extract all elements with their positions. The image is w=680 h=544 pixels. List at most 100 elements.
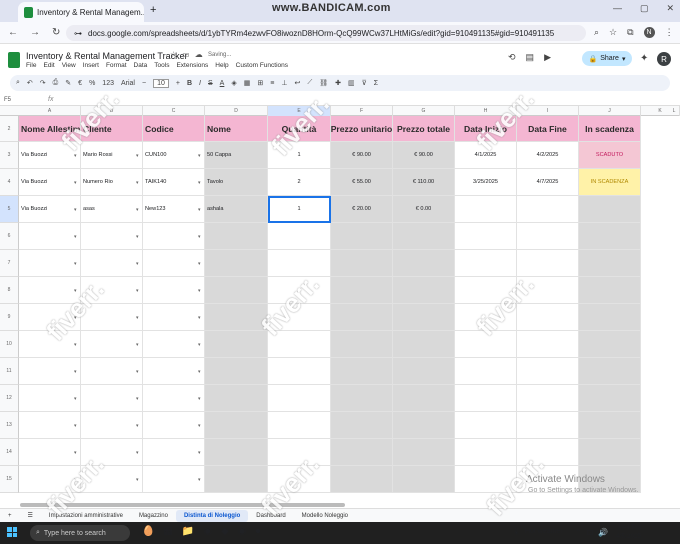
cell-prezzo-totale[interactable] <box>393 412 455 439</box>
cell-data-inizio[interactable] <box>455 439 517 466</box>
dropdown-chevron-icon[interactable]: ▾ <box>198 315 201 321</box>
print-icon[interactable]: ⎙ <box>53 79 59 87</box>
cell-nome[interactable] <box>205 250 268 277</box>
cell-data-inizio[interactable] <box>455 412 517 439</box>
row-header[interactable]: 6 <box>0 223 19 250</box>
header-prezzo-totale[interactable]: Prezzo totale <box>393 116 455 142</box>
maximize-icon[interactable]: ▢ <box>640 3 649 14</box>
dropdown-chevron-icon[interactable]: ▾ <box>136 180 139 186</box>
cell-nome[interactable] <box>205 358 268 385</box>
cell-nome[interactable] <box>205 277 268 304</box>
row-header[interactable]: 14 <box>0 439 19 466</box>
cell-data-fine[interactable] <box>517 439 579 466</box>
dropdown-chevron-icon[interactable]: ▾ <box>198 450 201 456</box>
column-header[interactable]: G <box>393 106 455 116</box>
cell-cliente[interactable] <box>81 331 143 358</box>
reload-icon[interactable]: ↻ <box>52 27 60 38</box>
cell-prezzo-unitario[interactable] <box>331 412 393 439</box>
browser-tab[interactable]: Inventory & Rental Managem... ✕ <box>18 2 144 22</box>
row-header[interactable]: 13 <box>0 412 19 439</box>
forward-icon[interactable]: → <box>30 27 40 38</box>
cell-prezzo-unitario[interactable] <box>331 250 393 277</box>
align-left-icon[interactable]: ≡ <box>270 80 274 87</box>
cell-prezzo-totale[interactable] <box>393 250 455 277</box>
cell-scadenza[interactable] <box>579 304 641 331</box>
cell-data-fine[interactable] <box>517 358 579 385</box>
gemini-icon[interactable]: ✦ <box>640 53 648 64</box>
address-bar[interactable]: ⊶ docs.google.com/spreadsheets/d/1ybTYRm… <box>66 25 586 41</box>
row-header[interactable]: 12 <box>0 385 19 412</box>
cell-prezzo-unitario[interactable] <box>331 277 393 304</box>
cell-nome[interactable] <box>205 412 268 439</box>
cell-data-inizio[interactable]: 4/1/2025 <box>455 142 517 169</box>
header-cliente[interactable]: Cliente <box>81 116 143 142</box>
cell-quantita[interactable] <box>268 277 331 304</box>
cell-nome-allestimento[interactable] <box>19 304 81 331</box>
cell-codice[interactable] <box>143 331 205 358</box>
cell-data-fine[interactable] <box>517 385 579 412</box>
column-header[interactable]: H <box>455 106 517 116</box>
column-header[interactable]: I <box>517 106 579 116</box>
dropdown-chevron-icon[interactable]: ▾ <box>74 369 77 375</box>
cell-data-inizio[interactable] <box>455 385 517 412</box>
dropdown-chevron-icon[interactable]: ▾ <box>136 234 139 240</box>
dropdown-chevron-icon[interactable]: ▾ <box>74 207 77 213</box>
row-header[interactable]: 3 <box>0 142 19 169</box>
bold-icon[interactable]: B <box>187 80 192 87</box>
menu-insert[interactable]: Insert <box>83 62 99 69</box>
sheet-tab-distinta[interactable]: Distinta di Noleggio <box>175 509 249 522</box>
search-menus-icon[interactable]: ⌕ <box>16 79 20 87</box>
share-button[interactable]: 🔒 Share ▾ <box>582 51 632 66</box>
chart-icon[interactable]: ▥ <box>348 79 355 87</box>
row-header[interactable]: 7 <box>0 250 19 277</box>
cell-cliente[interactable] <box>81 358 143 385</box>
cell-nome[interactable]: ashala <box>205 196 268 223</box>
currency-format-icon[interactable]: € <box>78 80 82 87</box>
dropdown-chevron-icon[interactable]: ▾ <box>198 234 201 240</box>
row-header[interactable]: 2 <box>0 116 19 142</box>
star-icon[interactable]: ☆ <box>170 50 177 59</box>
header-nome-allestimento[interactable]: Nome Allestime <box>19 116 81 142</box>
cell-data-fine[interactable] <box>517 277 579 304</box>
cell-data-inizio[interactable] <box>455 196 517 223</box>
dropdown-chevron-icon[interactable]: ▾ <box>74 342 77 348</box>
cell-scadenza[interactable] <box>579 250 641 277</box>
dropdown-chevron-icon[interactable]: ▾ <box>136 369 139 375</box>
cell-scadenza[interactable] <box>579 223 641 250</box>
cell-codice[interactable]: CUN100 <box>143 142 205 169</box>
cell-cliente[interactable] <box>81 250 143 277</box>
cell-scadenza[interactable] <box>579 412 641 439</box>
dropdown-chevron-icon[interactable]: ▾ <box>74 477 77 483</box>
cell-data-inizio[interactable] <box>455 466 517 493</box>
menu-extensions[interactable]: Extensions <box>176 62 208 69</box>
cell-prezzo-totale[interactable]: € 90.00 <box>393 142 455 169</box>
dropdown-chevron-icon[interactable]: ▾ <box>74 396 77 402</box>
history-icon[interactable]: ⟲ <box>508 52 516 63</box>
cell-scadenza[interactable] <box>579 358 641 385</box>
cell-scadenza[interactable] <box>579 331 641 358</box>
row-header[interactable]: 10 <box>0 331 19 358</box>
menu-format[interactable]: Format <box>106 62 127 69</box>
header-prezzo-unitario[interactable]: Prezzo unitario <box>331 116 393 142</box>
cell-data-fine[interactable] <box>517 196 579 223</box>
cell-prezzo-totale[interactable] <box>393 385 455 412</box>
cell-prezzo-totale[interactable] <box>393 223 455 250</box>
cell-codice[interactable] <box>143 277 205 304</box>
paint-format-icon[interactable]: ✎ <box>65 79 71 87</box>
cell-prezzo-totale[interactable] <box>393 466 455 493</box>
cell-codice[interactable] <box>143 223 205 250</box>
cell-prezzo-unitario[interactable] <box>331 304 393 331</box>
cell-prezzo-unitario[interactable]: € 90.00 <box>331 142 393 169</box>
dropdown-chevron-icon[interactable]: ▾ <box>198 342 201 348</box>
cell-nome[interactable] <box>205 223 268 250</box>
functions-icon[interactable]: Σ <box>374 80 378 87</box>
cell-nome-allestimento[interactable] <box>19 466 81 493</box>
cell-codice[interactable] <box>143 412 205 439</box>
dropdown-chevron-icon[interactable]: ▾ <box>198 261 201 267</box>
cell-nome-allestimento[interactable] <box>19 331 81 358</box>
header-in-scadenza[interactable]: In scadenza <box>579 116 641 142</box>
cell-data-fine[interactable]: 4/7/2025 <box>517 169 579 196</box>
cell-nome-allestimento[interactable]: Via Buozzi <box>19 169 81 196</box>
cell-cliente[interactable] <box>81 385 143 412</box>
cell-prezzo-unitario[interactable] <box>331 331 393 358</box>
